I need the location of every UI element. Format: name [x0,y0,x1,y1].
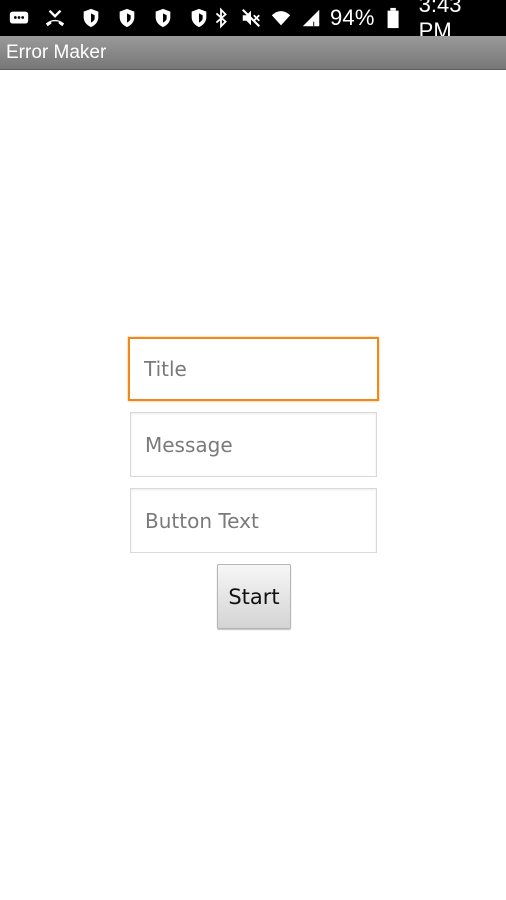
button-text-input[interactable] [130,488,377,553]
title-input[interactable] [128,337,379,401]
error-form: Start [0,0,506,900]
message-input[interactable] [130,412,377,477]
start-button[interactable]: Start [217,564,291,629]
